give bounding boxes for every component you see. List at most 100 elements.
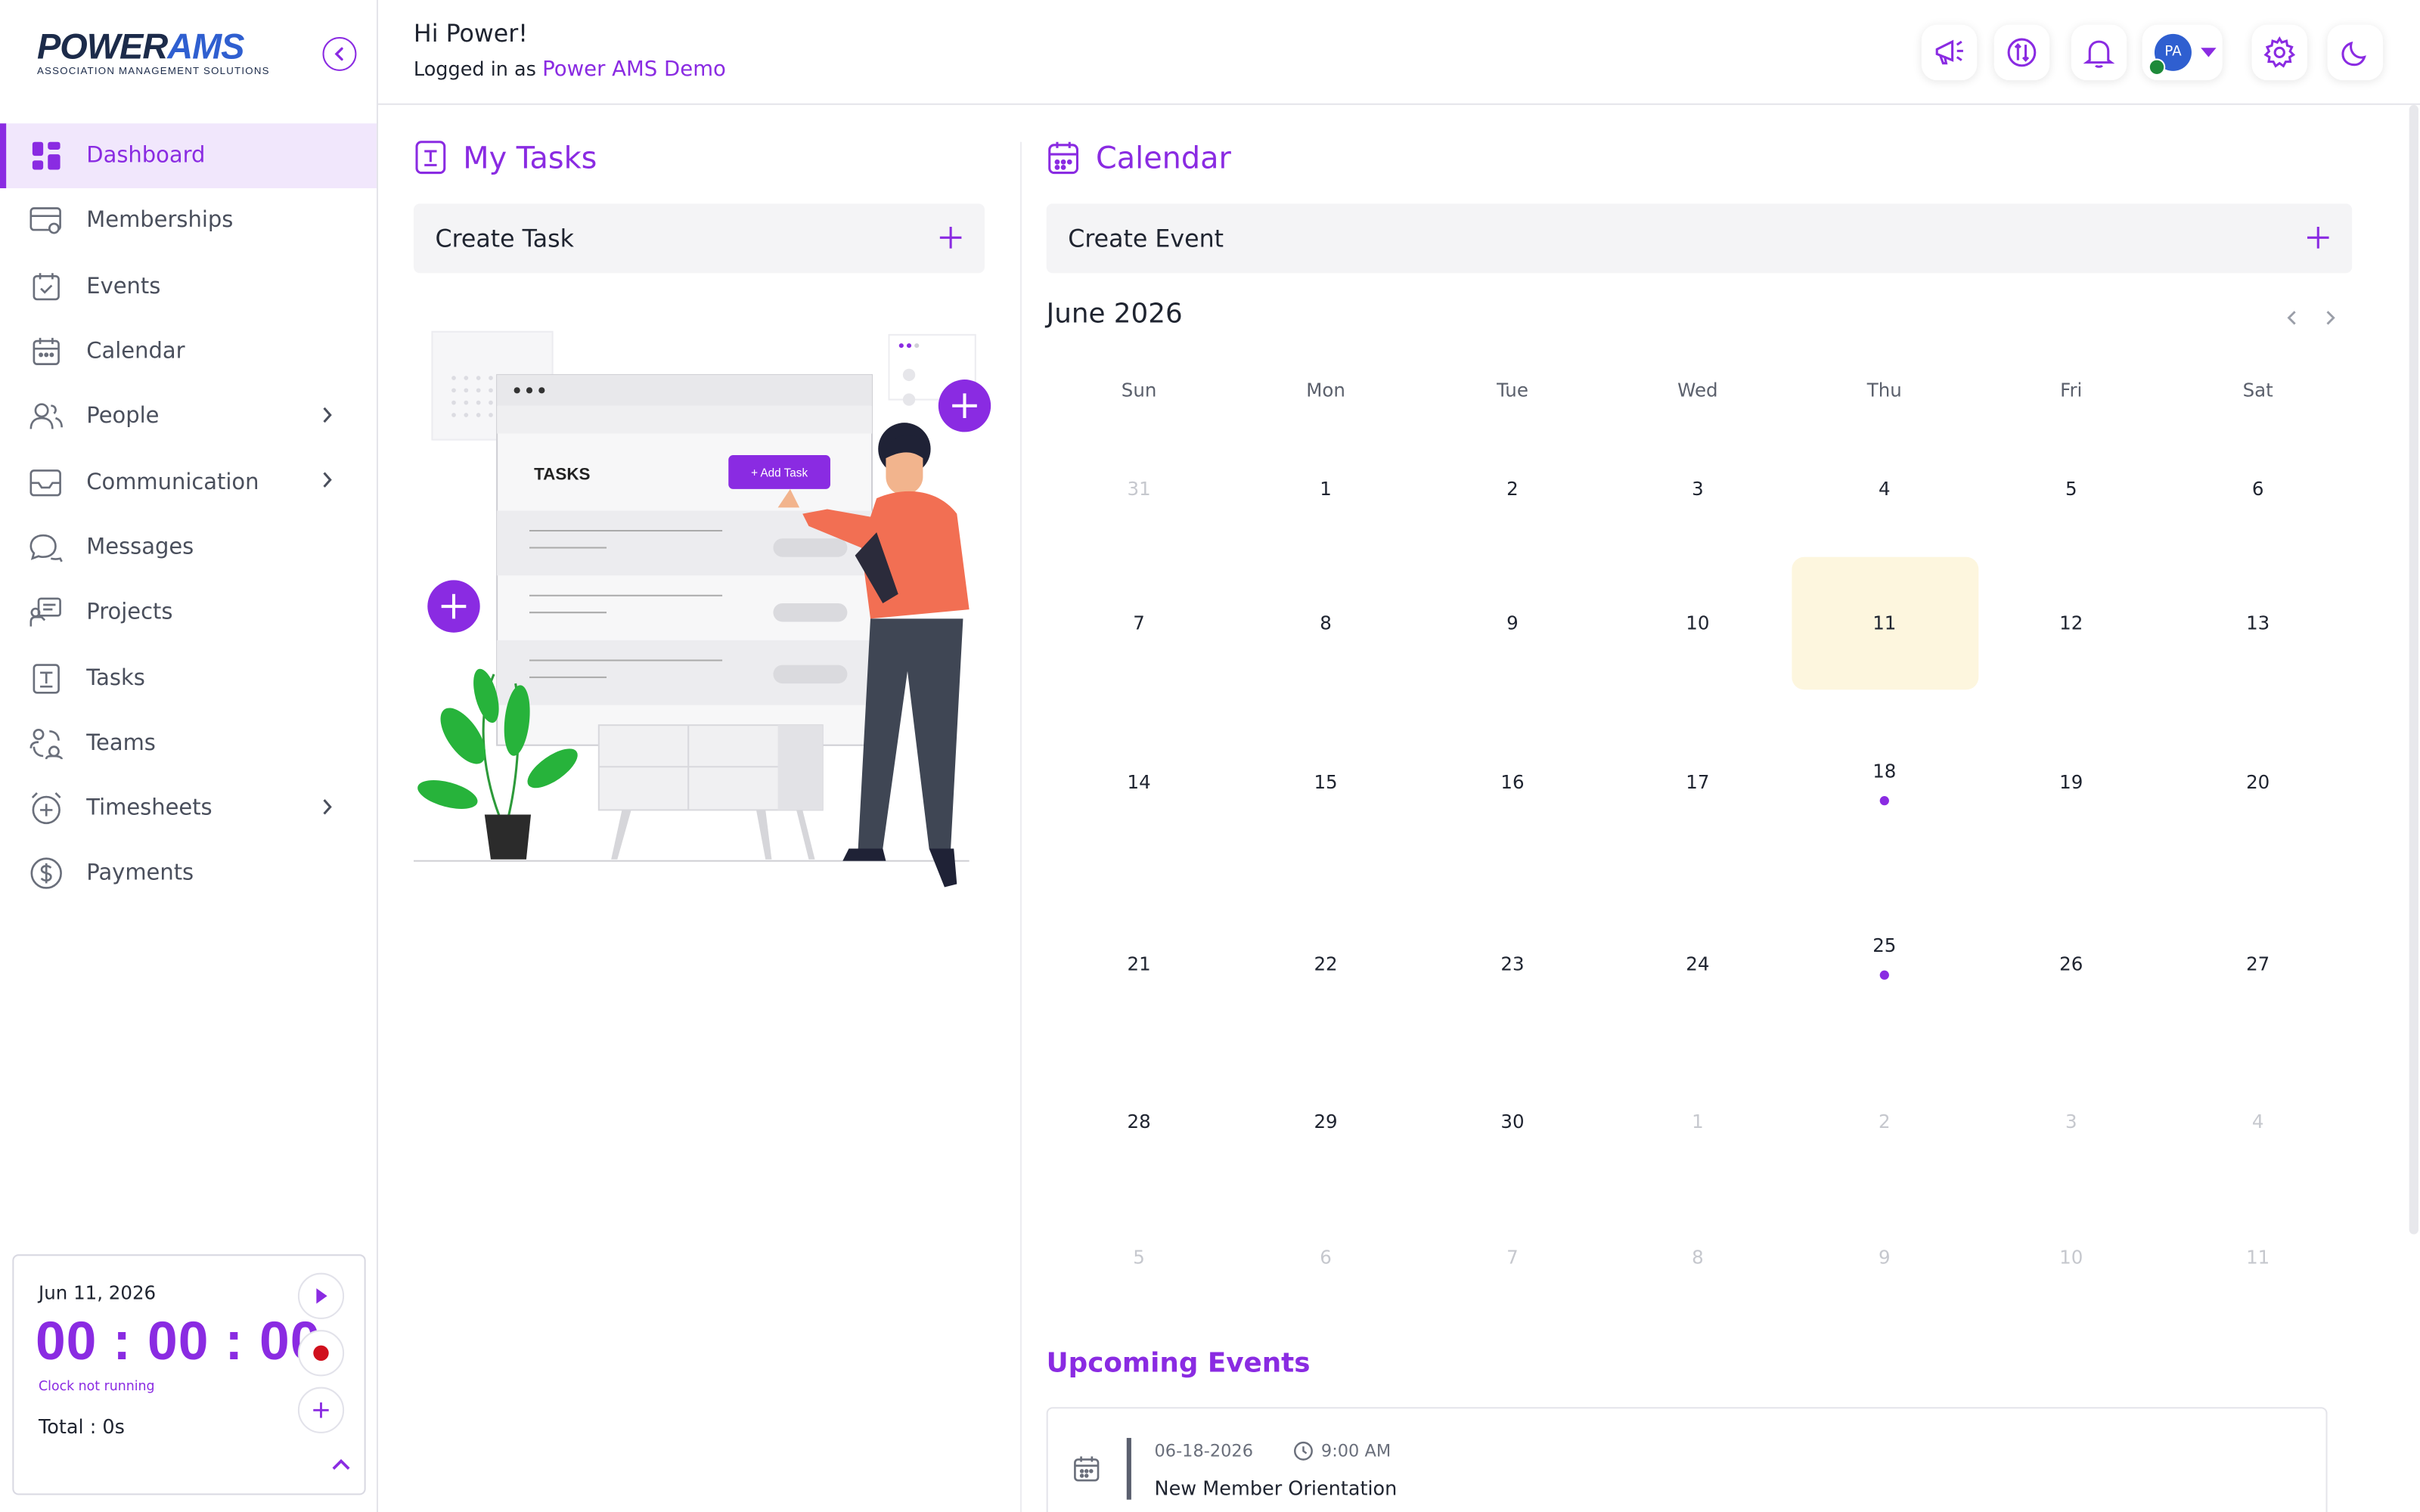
sidebar-item-label: Calendar: [86, 339, 185, 364]
timer-date: Jun 11, 2026: [39, 1281, 157, 1304]
calendar-day-outside-month[interactable]: 7: [1420, 1247, 1606, 1269]
event-indicator-dot: [1879, 970, 1889, 980]
calendar-day[interactable]: 14: [1047, 771, 1232, 793]
sidebar-item-projects[interactable]: Projects: [0, 581, 377, 646]
announcements-button[interactable]: [1921, 24, 1978, 81]
sidebar-item-dashboard[interactable]: Dashboard: [0, 123, 377, 190]
sidebar-item-timesheets[interactable]: Timesheets: [0, 776, 377, 841]
calendar-day[interactable]: 27: [2165, 953, 2350, 975]
chevron-up-icon[interactable]: [330, 1457, 352, 1472]
calendar-day-outside-month[interactable]: 5: [1047, 1247, 1232, 1269]
calendar-day[interactable]: 9: [1420, 612, 1606, 634]
account-name-link[interactable]: Power AMS Demo: [542, 57, 726, 82]
timesheet-icon: [29, 792, 64, 826]
calendar-day[interactable]: 30: [1420, 1111, 1606, 1132]
play-icon: [316, 1288, 327, 1304]
calendar-day[interactable]: 23: [1420, 953, 1606, 975]
timer-add-button[interactable]: [297, 1387, 345, 1433]
calendar-day-outside-month[interactable]: 3: [1978, 1111, 2164, 1132]
dashboard-icon: [29, 139, 64, 173]
page-scrollbar[interactable]: [2409, 104, 2418, 1235]
calendar-day-outside-month[interactable]: 1: [1605, 1111, 1790, 1132]
timer-total: Total : 0s: [39, 1414, 125, 1439]
timer-play-button[interactable]: [297, 1272, 345, 1319]
app-root: POWERAMS ASSOCIATION MANAGEMENT SOLUTION…: [0, 0, 2420, 1512]
calendar-day[interactable]: 3: [1605, 479, 1790, 500]
timer-record-button[interactable]: [297, 1330, 345, 1377]
calendar-day-outside-month[interactable]: 6: [1233, 1247, 1419, 1269]
plus-icon: [313, 1402, 329, 1418]
calendar-day-today[interactable]: 11: [1792, 612, 1977, 634]
column-divider: [1019, 141, 1022, 1512]
caret-down-icon: [2201, 48, 2217, 57]
calendar-day-outside-month[interactable]: 2: [1792, 1111, 1977, 1132]
top-header: Hi Power! Logged in as Power AMS Demo PA: [377, 0, 2420, 105]
calendar-day[interactable]: 17: [1605, 771, 1790, 793]
chevron-left-icon: [334, 47, 343, 61]
sidebar-item-people[interactable]: People: [0, 385, 377, 450]
sidebar-item-label: Projects: [86, 600, 173, 625]
calendar-day[interactable]: 5: [1978, 479, 2164, 500]
calendar-day-outside-month[interactable]: 11: [2165, 1247, 2350, 1269]
calendar-day[interactable]: 21: [1047, 953, 1232, 975]
brand-logo[interactable]: POWERAMS ASSOCIATION MANAGEMENT SOLUTION…: [37, 28, 270, 77]
calendar-day[interactable]: 15: [1233, 771, 1419, 793]
calendar-day-outside-month[interactable]: 9: [1792, 1247, 1977, 1269]
weekday-header: Sat: [2242, 380, 2273, 401]
online-status-dot: [2148, 58, 2166, 76]
chat-icon: [29, 531, 64, 565]
sidebar-item-tasks[interactable]: Tasks: [0, 646, 377, 711]
calendar-day[interactable]: 16: [1420, 771, 1606, 793]
user-menu-button[interactable]: PA: [2142, 24, 2223, 81]
calendar-day[interactable]: 26: [1978, 953, 2164, 975]
brand-name-ams: AMS: [167, 26, 244, 67]
calendar-day-outside-month[interactable]: 10: [1978, 1247, 2164, 1269]
calendar-day[interactable]: 10: [1605, 612, 1790, 634]
sidebar-item-communication[interactable]: Communication: [0, 450, 377, 515]
event-time: 9:00 AM: [1293, 1441, 1391, 1461]
dark-mode-toggle[interactable]: [2327, 24, 2383, 81]
calendar-day[interactable]: 7: [1047, 612, 1232, 634]
calendar-day-outside-month[interactable]: 8: [1605, 1247, 1790, 1269]
sidebar-item-teams[interactable]: Teams: [0, 711, 377, 776]
sidebar-item-label: Communication: [86, 469, 259, 495]
event-name: New Member Orientation: [1154, 1476, 1398, 1500]
sidebar-item-calendar[interactable]: Calendar: [0, 319, 377, 384]
calendar-day[interactable]: 20: [2165, 771, 2350, 793]
sidebar-item-messages[interactable]: Messages: [0, 515, 377, 580]
calendar-day[interactable]: 19: [1978, 771, 2164, 793]
calendar-day[interactable]: 24: [1605, 953, 1790, 975]
calendar-day[interactable]: 6: [2165, 479, 2350, 500]
calendar-day[interactable]: 12: [1978, 612, 2164, 634]
my-tasks-label: My Tasks: [463, 139, 597, 175]
calendar-day[interactable]: 22: [1233, 953, 1419, 975]
sidebar-item-events[interactable]: Events: [0, 254, 377, 319]
calendar-day-outside-month[interactable]: 4: [2165, 1111, 2350, 1132]
calendar-day[interactable]: 13: [2165, 612, 2350, 634]
notifications-button[interactable]: [2071, 24, 2127, 81]
calendar-day[interactable]: 8: [1233, 612, 1419, 634]
collapse-sidebar-button[interactable]: [322, 36, 357, 71]
create-task-button[interactable]: Create Task: [413, 203, 985, 274]
sync-button[interactable]: [1993, 24, 2050, 81]
calendar-day-outside-month[interactable]: 31: [1047, 479, 1232, 500]
calendar-label: Calendar: [1095, 139, 1231, 175]
event-card[interactable]: 06-18-2026 9:00 AM New Member Orientatio…: [1046, 1407, 2328, 1512]
chevron-right-icon: [323, 472, 332, 488]
sidebar-item-label: Memberships: [86, 209, 234, 234]
settings-button[interactable]: [2251, 24, 2307, 81]
calendar-day[interactable]: 25: [1792, 935, 1977, 957]
calendar-day[interactable]: 2: [1420, 479, 1606, 500]
sidebar-item-label: Payments: [86, 861, 194, 887]
next-month-button[interactable]: [2322, 308, 2338, 327]
calendar-day[interactable]: 1: [1233, 479, 1419, 500]
calendar-day[interactable]: 29: [1233, 1111, 1419, 1132]
calendar-day[interactable]: 18: [1792, 761, 1977, 782]
previous-month-button[interactable]: [2284, 308, 2299, 327]
create-event-button[interactable]: Create Event: [1046, 203, 2353, 274]
sidebar-item-memberships[interactable]: Memberships: [0, 189, 377, 254]
event-date: 06-18-2026: [1154, 1441, 1254, 1461]
calendar-day[interactable]: 28: [1047, 1111, 1232, 1132]
sidebar-item-payments[interactable]: Payments: [0, 841, 377, 906]
calendar-day[interactable]: 4: [1792, 479, 1977, 500]
